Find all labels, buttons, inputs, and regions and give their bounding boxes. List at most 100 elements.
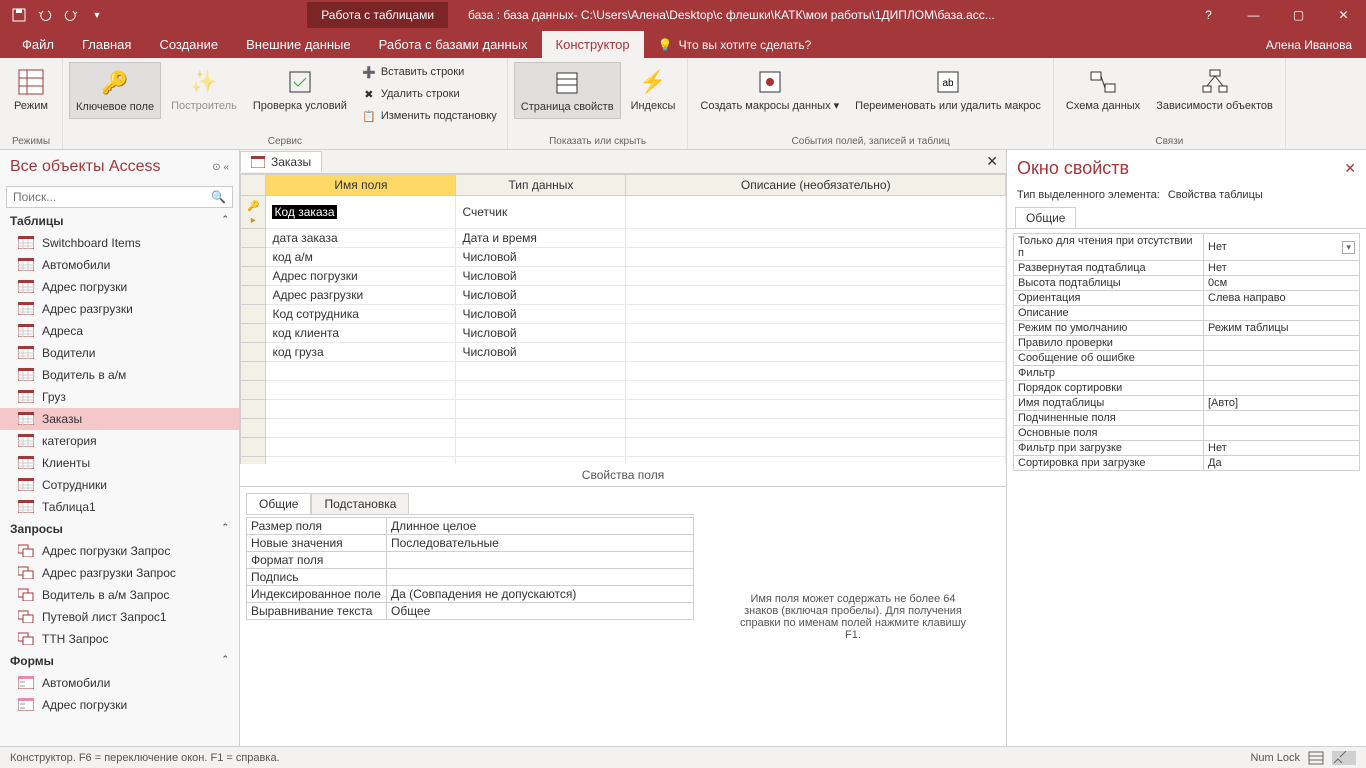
field-name-cell[interactable]: Код сотрудника — [266, 305, 456, 324]
nav-item[interactable]: Автомобили — [0, 672, 239, 694]
nav-item[interactable]: Клиенты — [0, 452, 239, 474]
nav-search-input[interactable] — [7, 187, 205, 207]
field-desc-cell[interactable] — [626, 457, 1006, 465]
row-selector[interactable] — [241, 343, 266, 362]
nav-item[interactable]: Адрес разгрузки Запрос — [0, 562, 239, 584]
row-selector[interactable] — [241, 362, 266, 381]
field-type-cell[interactable] — [456, 419, 626, 438]
col-field-name[interactable]: Имя поля — [266, 175, 456, 196]
row-selector[interactable] — [241, 400, 266, 419]
tab-file[interactable]: Файл — [8, 31, 68, 58]
modify-lookups-button[interactable]: 📋Изменить подстановку — [357, 106, 501, 126]
nav-item[interactable]: Автомобили — [0, 254, 239, 276]
field-name-cell[interactable]: дата заказа — [266, 229, 456, 248]
search-icon[interactable]: 🔍 — [205, 190, 232, 204]
field-name-cell[interactable] — [266, 438, 456, 457]
nav-item[interactable]: Заказы — [0, 408, 239, 430]
close-icon[interactable]: ✕ — [1321, 0, 1366, 30]
row-selector[interactable] — [241, 438, 266, 457]
field-desc-cell[interactable] — [626, 419, 1006, 438]
nav-item[interactable]: Водитель в а/м Запрос — [0, 584, 239, 606]
propsheet-close-icon[interactable]: ✕ — [1344, 160, 1356, 177]
prop-value[interactable] — [387, 552, 694, 569]
ps-prop-value[interactable]: [Авто] — [1204, 396, 1360, 411]
props-tab-general[interactable]: Общие — [246, 493, 311, 514]
ps-prop-value[interactable] — [1204, 426, 1360, 441]
field-name-cell[interactable]: Адрес разгрузки — [266, 286, 456, 305]
row-selector[interactable]: 🔑▸ — [241, 196, 266, 229]
field-type-cell[interactable] — [456, 457, 626, 465]
nav-item[interactable]: Switchboard Items — [0, 232, 239, 254]
field-name-cell[interactable]: код груза — [266, 343, 456, 362]
field-name-cell[interactable]: Адрес погрузки — [266, 267, 456, 286]
field-name-cell[interactable] — [266, 362, 456, 381]
nav-item[interactable]: Путевой лист Запрос1 — [0, 606, 239, 628]
ps-prop-value[interactable]: Режим таблицы — [1204, 321, 1360, 336]
field-desc-cell[interactable] — [626, 381, 1006, 400]
view-button[interactable]: Режим — [6, 62, 56, 117]
dropdown-icon[interactable]: ▾ — [1342, 241, 1355, 254]
field-desc-cell[interactable] — [626, 324, 1006, 343]
save-icon[interactable] — [8, 4, 30, 26]
minimize-icon[interactable]: — — [1231, 0, 1276, 30]
field-name-cell[interactable] — [266, 457, 456, 465]
field-name-cell[interactable] — [266, 419, 456, 438]
field-name-cell[interactable]: Код заказа — [266, 196, 456, 229]
create-data-macros-button[interactable]: Создать макросы данных ▾ — [694, 62, 845, 117]
tab-database-tools[interactable]: Работа с базами данных — [365, 31, 542, 58]
document-close-icon[interactable]: ✕ — [978, 153, 1006, 170]
col-description[interactable]: Описание (необязательно) — [626, 175, 1006, 196]
row-selector[interactable] — [241, 305, 266, 324]
nav-group[interactable]: Запросы⌃ — [0, 518, 239, 540]
ps-prop-value[interactable] — [1204, 351, 1360, 366]
redo-icon[interactable] — [60, 4, 82, 26]
row-selector[interactable] — [241, 457, 266, 465]
props-tab-lookup[interactable]: Подстановка — [311, 493, 409, 514]
nav-item[interactable]: Водители — [0, 342, 239, 364]
field-type-cell[interactable] — [456, 438, 626, 457]
delete-rows-button[interactable]: ✖Удалить строки — [357, 84, 501, 104]
ps-prop-value[interactable] — [1204, 366, 1360, 381]
nav-group[interactable]: Формы⌃ — [0, 650, 239, 672]
view-design-icon[interactable] — [1332, 751, 1356, 765]
ps-prop-value[interactable] — [1204, 381, 1360, 396]
prop-value[interactable] — [387, 569, 694, 586]
tab-home[interactable]: Главная — [68, 31, 145, 58]
row-selector[interactable] — [241, 286, 266, 305]
property-sheet-button[interactable]: Страница свойств — [514, 62, 621, 119]
nav-item[interactable]: Груз — [0, 386, 239, 408]
field-desc-cell[interactable] — [626, 343, 1006, 362]
field-desc-cell[interactable] — [626, 248, 1006, 267]
ps-prop-value[interactable]: Нет▾ — [1204, 234, 1360, 261]
help-icon[interactable]: ? — [1186, 0, 1231, 30]
field-type-cell[interactable]: Числовой — [456, 324, 626, 343]
row-selector[interactable] — [241, 381, 266, 400]
ps-prop-value[interactable]: Нет — [1204, 261, 1360, 276]
tell-me-search[interactable]: 💡 Что вы хотите сделать? — [644, 32, 826, 58]
user-name[interactable]: Алена Иванова — [1252, 32, 1366, 58]
field-type-cell[interactable]: Числовой — [456, 343, 626, 362]
ps-prop-value[interactable]: Нет — [1204, 441, 1360, 456]
field-desc-cell[interactable] — [626, 362, 1006, 381]
row-selector[interactable] — [241, 324, 266, 343]
field-name-cell[interactable]: код а/м — [266, 248, 456, 267]
ps-prop-value[interactable]: Да — [1204, 456, 1360, 471]
field-type-cell[interactable] — [456, 381, 626, 400]
col-data-type[interactable]: Тип данных — [456, 175, 626, 196]
nav-dropdown-icon[interactable]: ⊙ « — [212, 162, 229, 173]
nav-item[interactable]: Адрес погрузки — [0, 694, 239, 716]
ps-prop-value[interactable]: Слева направо — [1204, 291, 1360, 306]
field-type-cell[interactable] — [456, 362, 626, 381]
rename-delete-macro-button[interactable]: ab Переименовать или удалить макрос — [849, 62, 1047, 117]
nav-item[interactable]: Адреса — [0, 320, 239, 342]
maximize-icon[interactable]: ▢ — [1276, 0, 1321, 30]
prop-value[interactable]: Последовательные — [387, 535, 694, 552]
field-desc-cell[interactable] — [626, 196, 1006, 229]
field-desc-cell[interactable] — [626, 267, 1006, 286]
field-type-cell[interactable]: Числовой — [456, 248, 626, 267]
nav-item[interactable]: Водитель в а/м — [0, 364, 239, 386]
ps-prop-value[interactable] — [1204, 411, 1360, 426]
field-name-cell[interactable] — [266, 400, 456, 419]
builder-button[interactable]: ✨ Построитель — [165, 62, 243, 117]
nav-item[interactable]: Адрес разгрузки — [0, 298, 239, 320]
